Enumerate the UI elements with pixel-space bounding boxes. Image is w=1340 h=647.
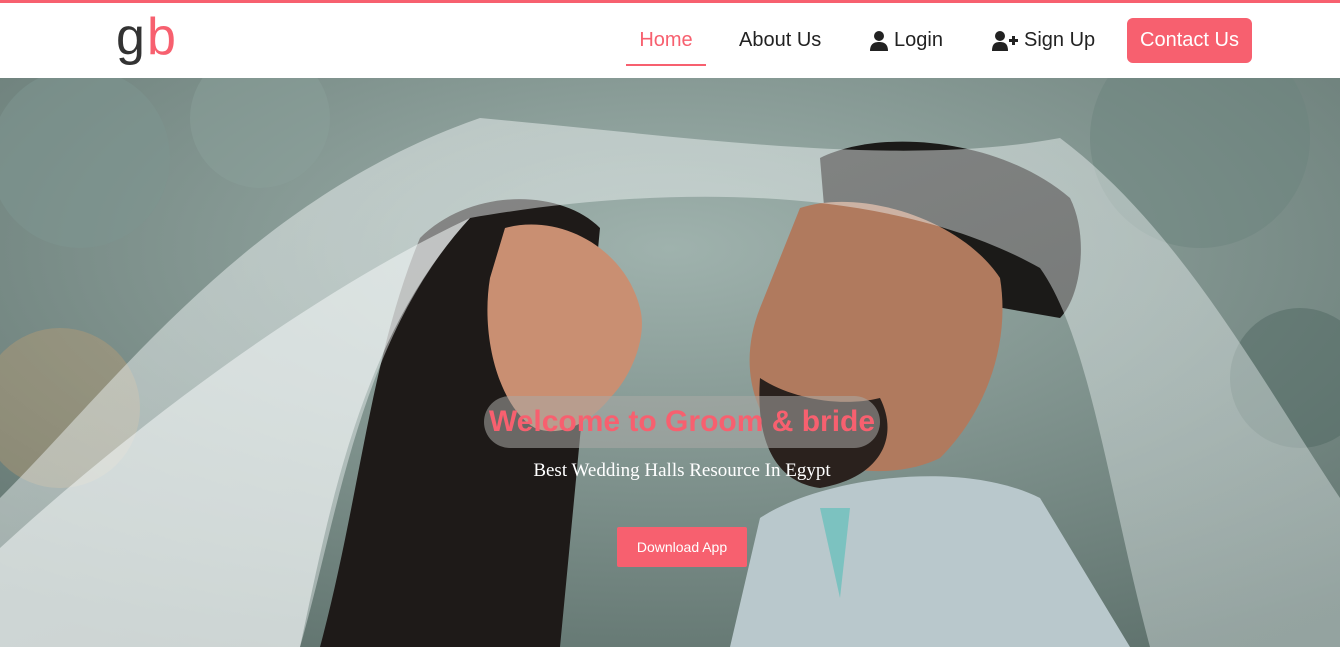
nav-home-link[interactable]: Home [626,29,706,52]
hero-title-pill: Welcome to Groom & bride [484,396,880,448]
hero-title: Welcome to Groom & bride [488,405,876,438]
logo-letter-g: g [116,8,145,66]
download-app-button[interactable]: Download App [617,527,747,567]
hero-section: Welcome to Groom & bride Best Wedding Ha… [0,78,1340,647]
user-plus-icon [992,30,1018,51]
nav-signup-label: Sign Up [1024,29,1096,51]
hero-subtitle: Best Wedding Halls Resource In Egypt [533,460,831,481]
logo[interactable]: g b [116,8,188,71]
nav-login-link[interactable]: Login [870,29,943,52]
nav-about-link[interactable]: About Us [739,29,821,52]
navbar: g b Home About Us Login Sign Up Contact … [0,3,1340,78]
user-icon [870,30,888,51]
contact-us-button[interactable]: Contact Us [1127,18,1252,63]
nav-signup-link[interactable]: Sign Up [992,29,1095,52]
logo-letter-b: b [147,8,176,66]
nav-active-underline [626,64,706,66]
nav-login-label: Login [894,29,943,51]
